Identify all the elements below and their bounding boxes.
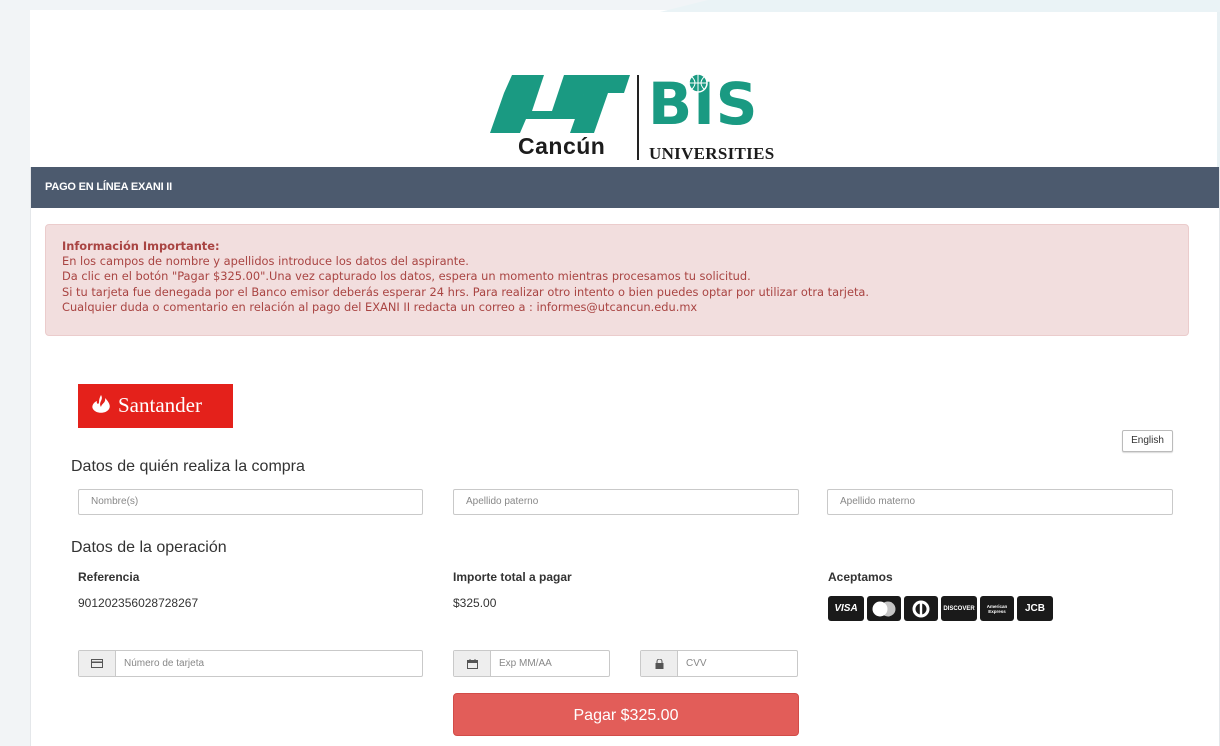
- expiry-input[interactable]: Exp MM/AA: [453, 650, 610, 677]
- background-diagonal-shape: [660, 0, 1220, 12]
- jcb-icon: JCB: [1017, 596, 1053, 621]
- logo-subtitle: UNIVERSITIES: [649, 144, 775, 163]
- panel-title: PAGO EN LÍNEA EXANI II: [31, 167, 1219, 208]
- language-english-button[interactable]: English: [1122, 430, 1173, 452]
- first-name-input[interactable]: Nombre(s): [78, 489, 423, 515]
- cvv-input[interactable]: CVV: [640, 650, 798, 677]
- buyer-section-title: Datos de quién realiza la compra: [71, 458, 305, 475]
- logo-city: Cancún: [518, 133, 606, 159]
- important-info-alert: Información Importante: En los campos de…: [45, 224, 1189, 336]
- american-express-icon: American Express: [980, 596, 1014, 621]
- mastercard-icon: [867, 596, 901, 621]
- pay-button[interactable]: Pagar $325.00: [453, 693, 799, 736]
- alert-title: Información Importante:: [62, 239, 220, 253]
- maternal-surname-input[interactable]: Apellido materno: [827, 489, 1173, 515]
- reference-label: Referencia: [78, 570, 140, 584]
- cvv-placeholder: CVV: [686, 658, 707, 669]
- calendar-icon: [454, 651, 491, 676]
- lock-icon: [641, 651, 678, 676]
- page-background-left: [0, 10, 30, 746]
- paternal-surname-input[interactable]: Apellido paterno: [453, 489, 799, 515]
- diners-club-icon: [904, 596, 938, 621]
- operation-section-title: Datos de la operación: [71, 539, 227, 556]
- credit-card-icon: [79, 651, 116, 676]
- reference-value: 901202356028728267: [78, 596, 199, 610]
- payment-panel: PAGO EN LÍNEA EXANI II Información Impor…: [30, 167, 1220, 746]
- alert-line: Da clic en el botón "Pagar $325.00".Una …: [62, 269, 751, 284]
- visa-icon: VISA: [828, 596, 864, 621]
- amount-value: $325.00: [453, 596, 497, 610]
- card-number-placeholder: Número de tarjeta: [124, 658, 205, 669]
- accepted-cards-logos: VISA DISCOVER American Express JCB: [828, 596, 1053, 622]
- amount-label: Importe total a pagar: [453, 570, 572, 584]
- alert-line: En los campos de nombre y apellidos intr…: [62, 254, 469, 269]
- globe-icon: [688, 73, 708, 93]
- ut-logo-mark: [490, 75, 630, 133]
- santander-logo-text: Santander: [118, 393, 202, 417]
- santander-logo: Santander: [78, 384, 233, 428]
- card-number-input[interactable]: Número de tarjeta: [78, 650, 423, 677]
- logo-divider: [637, 75, 639, 160]
- expiry-placeholder: Exp MM/AA: [499, 658, 552, 669]
- institution-logo: Cancún BIS UNIVERSITIES: [490, 70, 774, 165]
- discover-icon: DISCOVER: [941, 596, 977, 621]
- accepted-cards-label: Aceptamos: [828, 570, 893, 584]
- alert-line: Si tu tarjeta fue denegada por el Banco …: [62, 284, 870, 299]
- alert-line: Cualquier duda o comentario en relación …: [62, 299, 698, 314]
- santander-flame-icon: [92, 395, 110, 413]
